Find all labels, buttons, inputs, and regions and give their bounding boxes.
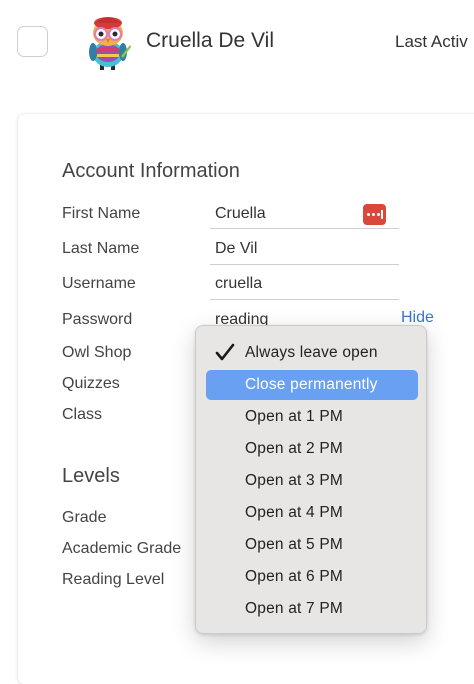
account-information-title: Account Information <box>62 160 240 182</box>
menu-item-close-permanently[interactable]: Close permanently <box>206 370 418 400</box>
menu-item-open-at-6pm[interactable]: Open at 6 PM <box>206 562 418 592</box>
username-label: Username <box>62 275 136 292</box>
password-manager-icon[interactable] <box>363 204 386 225</box>
menu-item-label: Open at 2 PM <box>245 440 344 457</box>
select-student-checkbox[interactable] <box>17 26 48 57</box>
menu-item-open-at-4pm[interactable]: Open at 4 PM <box>206 498 418 528</box>
owl-shop-label: Owl Shop <box>62 344 132 361</box>
username-field[interactable]: cruella <box>215 275 262 293</box>
quizzes-label: Quizzes <box>62 375 120 392</box>
menu-item-open-at-2pm[interactable]: Open at 2 PM <box>206 434 418 464</box>
menu-item-label: Always leave open <box>245 344 378 361</box>
first-name-label: First Name <box>62 205 141 222</box>
student-header: Cruella De Vil Last Activ <box>0 0 474 100</box>
class-label: Class <box>62 406 103 423</box>
menu-item-always-leave-open[interactable]: Always leave open <box>206 338 418 368</box>
last-name-underline <box>210 264 399 265</box>
checkmark-icon <box>215 343 235 363</box>
menu-item-label: Open at 6 PM <box>245 568 344 585</box>
student-name: Cruella De Vil <box>146 29 274 52</box>
owl-avatar-icon <box>84 12 132 72</box>
menu-item-open-at-5pm[interactable]: Open at 5 PM <box>206 530 418 560</box>
menu-item-open-at-7pm[interactable]: Open at 7 PM <box>206 594 418 624</box>
menu-item-label: Open at 1 PM <box>245 408 344 425</box>
levels-title: Levels <box>62 465 120 487</box>
password-label: Password <box>62 311 133 328</box>
menu-item-label: Open at 7 PM <box>245 600 344 617</box>
last-name-label: Last Name <box>62 240 140 257</box>
last-active-label: Last Activ <box>395 32 468 51</box>
menu-item-label: Open at 5 PM <box>245 536 344 553</box>
username-underline <box>210 299 399 300</box>
first-name-field[interactable]: Cruella <box>215 205 266 223</box>
menu-item-label: Close permanently <box>245 376 378 393</box>
menu-item-open-at-3pm[interactable]: Open at 3 PM <box>206 466 418 496</box>
menu-item-label: Open at 3 PM <box>245 472 344 489</box>
last-name-field[interactable]: De Vil <box>215 240 257 258</box>
first-name-underline <box>210 228 399 229</box>
academic-grade-label: Academic Grade <box>62 540 182 557</box>
menu-item-open-at-1pm[interactable]: Open at 1 PM <box>206 402 418 432</box>
menu-item-label: Open at 4 PM <box>245 504 344 521</box>
grade-label: Grade <box>62 509 107 526</box>
owl-shop-dropdown-menu: Always leave open Close permanently Open… <box>195 325 427 634</box>
reading-level-label: Reading Level <box>62 571 165 588</box>
